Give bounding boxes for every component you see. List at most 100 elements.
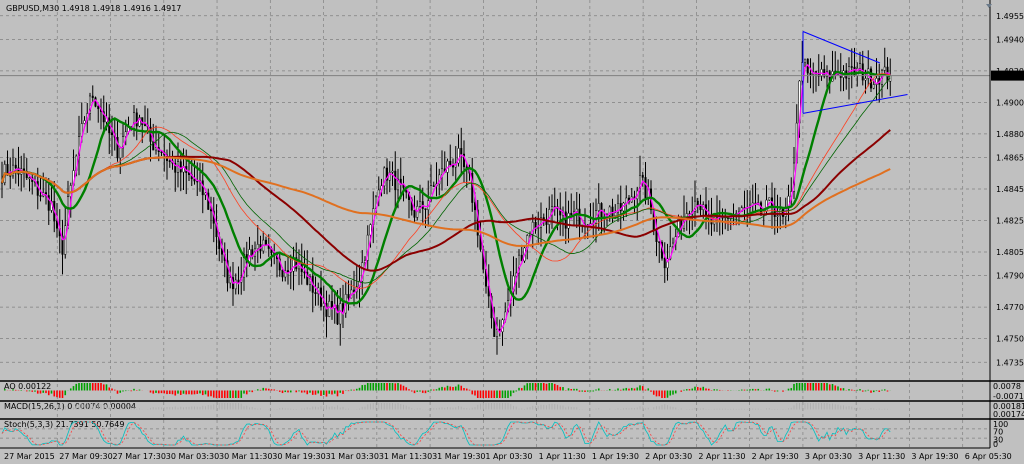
candle-body [132, 112, 136, 130]
candle-body [110, 132, 114, 136]
candle-body [809, 72, 812, 75]
candle-body [768, 197, 771, 201]
candle-body [143, 124, 147, 126]
candle-body [864, 78, 867, 81]
candle-body [234, 279, 237, 290]
price-tick-label: 1.4750 [996, 335, 1024, 344]
candle-body [424, 208, 427, 211]
time-axis-ticks: 27 Mar 2015 27 Mar 09:30 27 Mar 17:30 30 Ma… [4, 452, 1012, 461]
candle-body [168, 160, 171, 162]
candle-body [776, 215, 779, 217]
candle-body [696, 200, 699, 205]
candle-body [858, 63, 862, 69]
price-tick-label: 1.4825 [996, 217, 1024, 226]
time-tick-label: 31 Mar 03:30 [326, 452, 379, 461]
indicator-label: Stoch(5,3,3) 21.7391 50.7649 [4, 420, 124, 429]
candle-body [671, 242, 675, 247]
candle-body [281, 269, 284, 278]
candle-body [83, 120, 86, 124]
candle-body [883, 66, 886, 71]
price-tick-label: 1.4805 [996, 248, 1024, 257]
candle-body [663, 257, 666, 269]
candle-body [119, 147, 122, 159]
price-tick-label: 1.4845 [996, 185, 1024, 194]
candle-body [550, 206, 554, 210]
time-tick-label: 27 Mar 09:30 [59, 452, 112, 461]
price-tick-label: 1.4940 [996, 35, 1024, 44]
candle-body [625, 197, 628, 204]
time-tick-label: 6 Apr 05:30 [965, 452, 1012, 461]
candle-body [14, 164, 17, 169]
indicator-axis-label: 0 [993, 440, 998, 449]
time-tick-label: 27 Mar 17:30 [113, 452, 166, 461]
candle-body [611, 206, 614, 217]
time-tick-label: 2 Apr 11:30 [698, 452, 745, 461]
candle-body [803, 58, 807, 63]
candle-body [28, 177, 31, 179]
candle-body [237, 279, 240, 283]
candle-body [179, 161, 182, 173]
time-tick-label: 1 Apr 03:30 [485, 452, 532, 461]
candle-body [460, 148, 463, 155]
candle-body [495, 328, 499, 337]
price-tick-label: 1.4790 [996, 272, 1024, 281]
chart-window: 1.49551.49401.49201.49001.48801.48651.48… [0, 0, 1024, 464]
candle-body [328, 301, 331, 317]
candle-body [641, 175, 644, 178]
time-tick-label: 3 Apr 19:30 [911, 452, 958, 461]
price-tick-label: 1.4735 [996, 358, 1024, 367]
symbol-header: GBPUSD,M30 1.4918 1.4918 1.4916 1.4917 [6, 4, 181, 13]
candle-body [91, 95, 94, 98]
candle-body [394, 170, 397, 191]
candle-body [209, 209, 213, 212]
candle-body [570, 212, 573, 216]
candle-body [347, 294, 350, 299]
time-tick-label: 1 Apr 19:30 [592, 452, 639, 461]
indicator-axis-label: 0.0078 [993, 382, 1021, 391]
candle-body [440, 168, 444, 176]
candle-body [872, 84, 875, 89]
candle-body [97, 106, 100, 110]
candle-body [229, 277, 232, 284]
stoch-main-line [1, 421, 891, 446]
candle-body [614, 212, 617, 217]
candle-body [655, 230, 658, 242]
indicator-axis-label: 0.00174 [993, 410, 1024, 419]
price-tick-label: 1.4955 [996, 12, 1024, 21]
time-tick-label: 2 Apr 03:30 [645, 452, 692, 461]
indicator-axis-label: -0.00712 [993, 392, 1024, 401]
candle-body [850, 66, 853, 68]
price-tick-label: 1.4900 [996, 98, 1024, 107]
candle-body [264, 239, 268, 245]
time-tick-label: 30 Mar 03:30 [166, 452, 219, 461]
time-tick-label: 2 Apr 19:30 [752, 452, 799, 461]
stoch-signal-line [1, 421, 891, 446]
time-tick-label: 30 Mar 11:30 [219, 452, 272, 461]
time-tick-label: 27 Mar 2015 [4, 452, 55, 461]
candle-body [55, 220, 59, 229]
candle-body [413, 209, 416, 218]
candle-body [432, 185, 435, 187]
price-tick-label: 1.4880 [996, 130, 1024, 139]
indicator-panels: AO 0.00122 0.0078-0.00712 MACD(15,26,1) 0.… [0, 380, 1024, 449]
candle-body [339, 303, 342, 325]
time-tick-label: 1 Apr 11:30 [539, 452, 586, 461]
candle-body [567, 212, 570, 229]
candle-body [64, 225, 67, 255]
candle-body [201, 180, 204, 196]
candle-body [160, 151, 163, 153]
candle-body [537, 227, 540, 229]
candle-body [644, 177, 647, 199]
candle-body [418, 201, 422, 207]
time-tick-label: 3 Apr 11:30 [858, 452, 905, 461]
candle-body [449, 160, 452, 166]
candle-body [564, 211, 567, 229]
price-tick-label: 1.4865 [996, 154, 1024, 163]
candle-body [336, 304, 339, 325]
candle-body [256, 244, 259, 250]
candle-body [286, 270, 290, 273]
candle-body [135, 112, 138, 127]
candle-body [322, 303, 325, 307]
time-tick-label: 3 Apr 03:30 [805, 452, 852, 461]
price-chart[interactable]: 1.49551.49401.49201.49001.48801.48651.48… [0, 0, 1024, 464]
